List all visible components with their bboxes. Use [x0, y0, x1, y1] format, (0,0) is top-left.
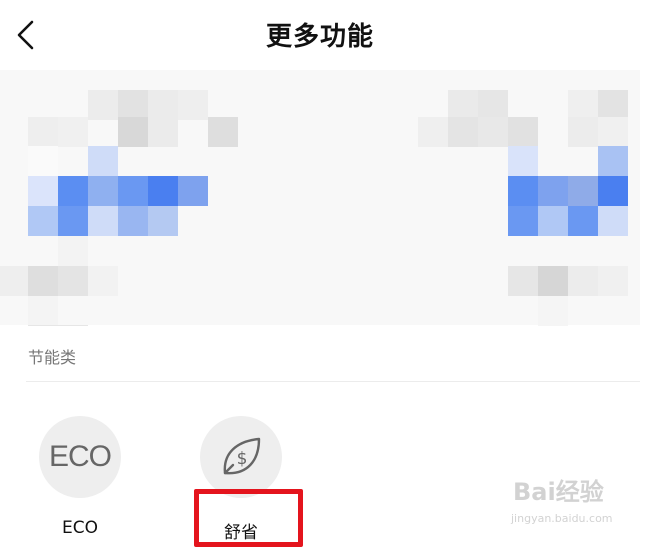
feature-eco-label: ECO — [62, 518, 98, 538]
pixelated-region — [0, 70, 665, 326]
mosaic-tile — [28, 206, 58, 236]
mosaic-tile — [148, 176, 178, 206]
leaf-dollar-icon: $ — [200, 416, 282, 498]
mosaic-tile — [538, 266, 568, 296]
watermark-main-text: Bai经验 — [513, 478, 604, 506]
mosaic-tile — [118, 176, 148, 206]
mosaic-tile — [58, 266, 88, 296]
mosaic-tile — [478, 117, 508, 147]
leaf-dollar-svg: $ — [223, 437, 261, 475]
mosaic-tile — [88, 206, 118, 236]
mosaic-tile — [508, 206, 538, 236]
mosaic-tile — [148, 206, 178, 236]
divider-short — [28, 325, 88, 326]
mosaic-tile — [148, 117, 178, 147]
mosaic-tile — [508, 146, 538, 176]
mosaic-tile — [58, 236, 88, 266]
mosaic-tile — [508, 176, 538, 206]
mosaic-tile — [178, 90, 208, 120]
mosaic-tile — [58, 176, 88, 206]
watermark-sub-text: jingyan.baidu.com — [511, 512, 613, 525]
mosaic-tile — [568, 117, 598, 147]
mosaic-tile — [28, 296, 58, 326]
feature-shusheng-button[interactable]: $ 舒省 — [200, 416, 282, 543]
mosaic-tile — [88, 176, 118, 206]
highlight-annotation-box — [194, 489, 303, 547]
section-title-energy: 节能类 — [28, 348, 77, 367]
mosaic-tile — [88, 90, 118, 120]
mosaic-tile — [58, 117, 88, 147]
mosaic-tile — [88, 146, 118, 176]
mosaic-tile — [568, 90, 598, 120]
eco-icon-text: ECO — [48, 440, 112, 473]
mosaic-tile — [28, 176, 58, 206]
mosaic-tile — [568, 206, 598, 236]
mosaic-tile — [178, 176, 208, 206]
eco-icon: ECO — [39, 416, 121, 498]
mosaic-tile — [118, 90, 148, 120]
mosaic-tile — [598, 266, 628, 296]
mosaic-tile — [148, 90, 178, 120]
mosaic-tile — [478, 90, 508, 120]
mosaic-tile — [118, 206, 148, 236]
mosaic-tile — [418, 117, 448, 147]
feature-eco-button[interactable]: ECO ECO — [39, 416, 121, 538]
mosaic-tile — [508, 266, 538, 296]
mosaic-tile — [448, 90, 478, 120]
mosaic-tile — [28, 266, 58, 296]
page-title: 更多功能 — [265, 22, 374, 52]
mosaic-tile — [28, 146, 58, 176]
mosaic-tile — [28, 117, 58, 147]
mosaic-tile — [58, 206, 88, 236]
mosaic-tile — [0, 266, 30, 296]
header-bar: 更多功能 — [0, 0, 665, 70]
mosaic-tile — [598, 206, 628, 236]
mosaic-tile — [598, 146, 628, 176]
mosaic-tile — [538, 206, 568, 236]
dollar-sign-text: $ — [237, 449, 248, 469]
baidu-watermark: Bai经验 jingyan.baidu.com — [505, 470, 655, 530]
mosaic-tile — [598, 90, 628, 120]
mosaic-tile — [568, 176, 598, 206]
mosaic-tile — [88, 266, 118, 296]
mosaic-tile — [598, 176, 628, 206]
mosaic-tile — [448, 117, 478, 147]
mosaic-tile — [538, 296, 568, 326]
mosaic-tile — [568, 266, 598, 296]
mosaic-tile — [208, 117, 238, 147]
mosaic-tile — [538, 176, 568, 206]
section-divider — [26, 381, 640, 382]
mosaic-tile — [598, 117, 628, 147]
mosaic-tile — [118, 117, 148, 147]
mosaic-tile — [508, 117, 538, 147]
